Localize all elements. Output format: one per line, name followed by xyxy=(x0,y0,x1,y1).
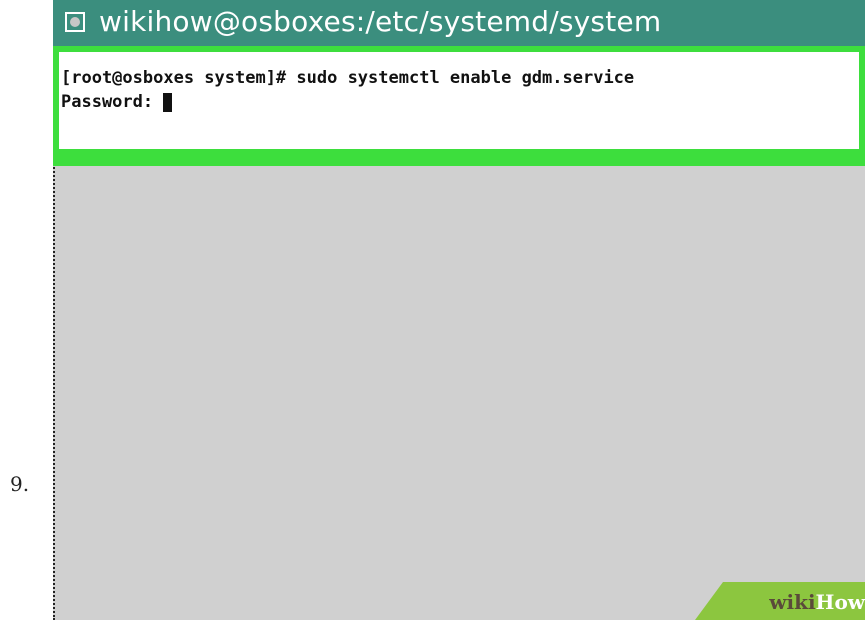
watermark-text: wikiHow xyxy=(769,590,865,614)
watermark-how: How xyxy=(815,590,865,614)
terminal-highlight-box: [root@osboxes system]# sudo systemctl en… xyxy=(53,46,865,166)
terminal-output[interactable]: [root@osboxes system]# sudo systemctl en… xyxy=(59,52,859,149)
command-text: [root@osboxes system]# sudo systemctl en… xyxy=(61,68,635,88)
password-line[interactable]: Password: xyxy=(61,90,859,114)
watermark-wiki: wiki xyxy=(769,590,816,614)
step-number: 9. xyxy=(10,472,30,496)
wikihow-watermark: wikiHow xyxy=(695,582,865,620)
terminal-titlebar[interactable]: wikihow@osboxes:/etc/systemd/system xyxy=(53,0,865,46)
window-menu-icon-dot xyxy=(70,17,80,27)
password-prompt: Password: xyxy=(61,92,154,112)
command-line: [root@osboxes system]# sudo systemctl en… xyxy=(61,66,859,90)
window-title: wikihow@osboxes:/etc/systemd/system xyxy=(99,5,662,38)
wikihow-step-page: 9. wikihow@osboxes:/etc/systemd/system [… xyxy=(0,0,865,620)
window-menu-icon[interactable] xyxy=(65,12,85,32)
screenshot-frame: wikihow@osboxes:/etc/systemd/system [roo… xyxy=(53,0,865,620)
block-cursor-icon xyxy=(163,92,173,112)
